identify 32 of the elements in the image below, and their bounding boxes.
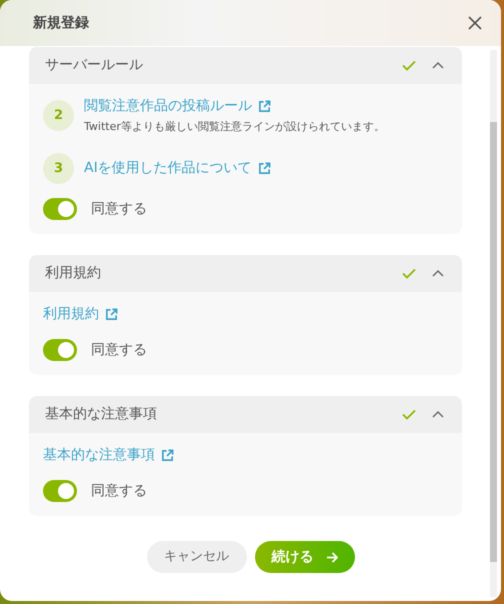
chevron-up-icon	[432, 62, 444, 69]
step-number: 2	[43, 100, 74, 131]
external-link[interactable]: 閲覧注意作品の投稿ルール	[84, 96, 385, 117]
section-header[interactable]: 基本的な注意事項	[29, 396, 462, 433]
step-number: 3	[43, 153, 74, 184]
external-link-icon	[161, 449, 174, 462]
chevron-up-icon	[432, 270, 444, 277]
arrow-right-icon	[326, 552, 338, 562]
toggle-switch[interactable]	[43, 480, 77, 502]
external-link[interactable]: AIを使用した作品について	[84, 158, 271, 179]
section-header[interactable]: サーバールール	[29, 47, 462, 84]
close-icon	[468, 16, 482, 30]
external-link[interactable]: 基本的な注意事項	[43, 445, 174, 466]
toggle-switch[interactable]	[43, 339, 77, 361]
section-title: 利用規約	[45, 264, 101, 283]
step-description: Twitter等よりも厳しい閲覧注意ラインが設けられています。	[84, 119, 385, 135]
section-title: サーバールール	[45, 56, 143, 75]
toggle-switch[interactable]	[43, 198, 77, 220]
external-link-icon	[258, 100, 271, 113]
external-link[interactable]: 利用規約	[43, 304, 118, 325]
scrollbar[interactable]	[490, 50, 497, 597]
toggle-label: 同意する	[91, 340, 147, 360]
external-link-icon	[258, 162, 271, 175]
section-title: 基本的な注意事項	[45, 405, 157, 424]
cancel-button[interactable]: キャンセル	[146, 541, 246, 573]
continue-button[interactable]: 続ける	[254, 541, 354, 573]
dialog-title: 新規登録	[33, 14, 89, 32]
toggle-label: 同意する	[91, 482, 147, 500]
toggle-label: 同意する	[91, 200, 147, 218]
chevron-up-icon	[432, 411, 444, 418]
section-header[interactable]: 利用規約	[29, 255, 462, 292]
external-link-icon	[105, 308, 118, 321]
